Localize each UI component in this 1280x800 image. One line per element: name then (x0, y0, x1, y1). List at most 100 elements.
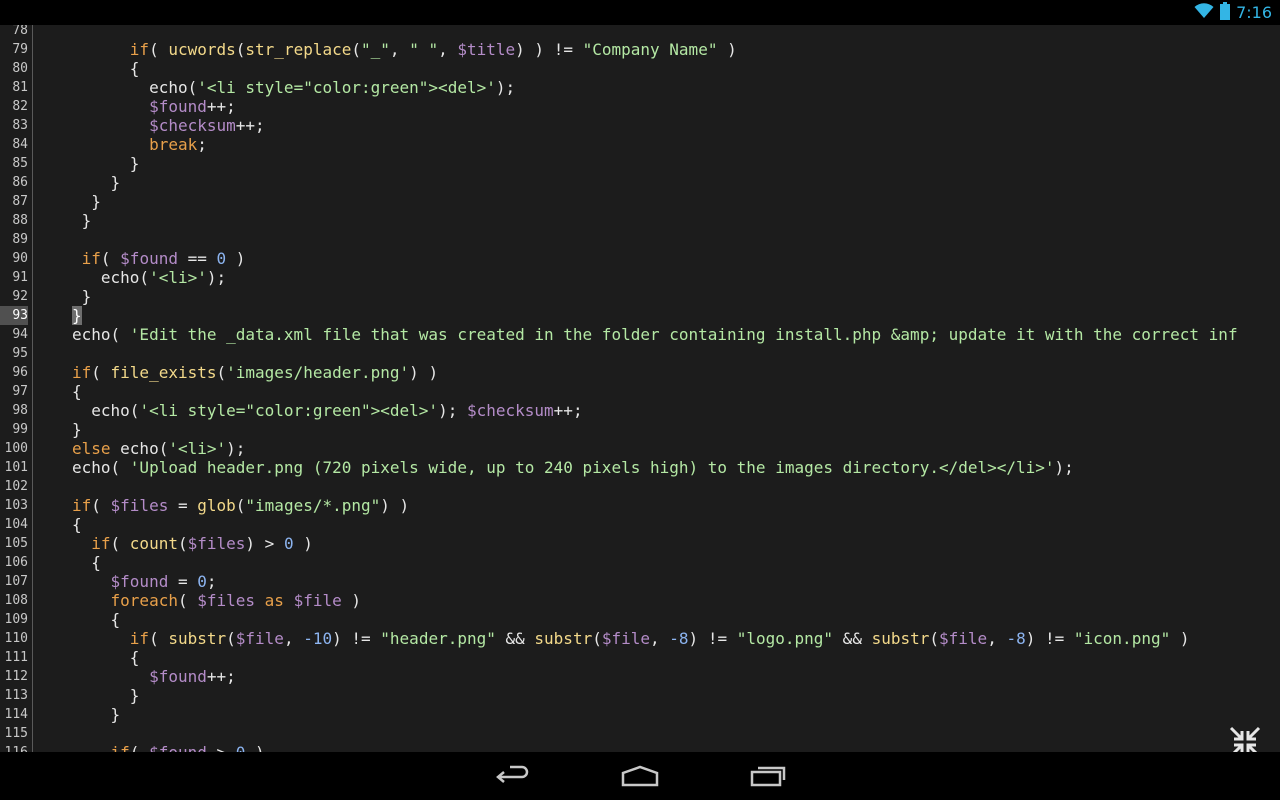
line-number: 78 (12, 25, 28, 38)
code-text: } (72, 287, 92, 306)
line-number: 86 (12, 175, 28, 190)
code-text: echo( 'Edit the _data.xml file that was … (72, 325, 1238, 344)
line-number: 116 (0, 743, 28, 752)
code-text: break; (149, 135, 207, 154)
code-line[interactable]: 106 { (0, 553, 1280, 572)
line-number: 80 (12, 61, 28, 76)
line-number: 101 (4, 460, 28, 475)
navigation-bar (0, 752, 1280, 800)
code-line[interactable]: 102 (0, 477, 1280, 496)
code-line[interactable]: 85 } (0, 154, 1280, 173)
code-line[interactable]: 89 (0, 230, 1280, 249)
code-text: } (72, 192, 101, 211)
code-text: else echo('<li>'); (72, 439, 246, 458)
code-line[interactable]: 103 if( $files = glob("images/*.png") ) (0, 496, 1280, 515)
line-number: 104 (4, 517, 28, 532)
code-line[interactable]: 108 foreach( $files as $file ) (0, 591, 1280, 610)
line-number: 109 (4, 612, 28, 627)
code-line[interactable]: 80 { (0, 59, 1280, 78)
code-line[interactable]: 99} (0, 420, 1280, 439)
code-line[interactable]: 107 $found = 0; (0, 572, 1280, 591)
code-line[interactable]: 94 echo( 'Edit the _data.xml file that wa… (0, 325, 1280, 344)
code-line[interactable]: 97 { (0, 382, 1280, 401)
code-text: { (72, 59, 140, 78)
code-line[interactable]: 114 } (0, 705, 1280, 724)
code-line[interactable]: 110 if( substr($file, -10) != "header.pn… (0, 629, 1280, 648)
code-line[interactable]: 78 (0, 25, 1280, 40)
status-icons: 7:16 (1194, 0, 1272, 25)
line-number: 90 (12, 251, 28, 266)
code-text: echo('<li style="color:green"><del>'); (72, 78, 516, 97)
line-number: 108 (4, 593, 28, 608)
code-line[interactable]: 98 echo('<li style="color:green"><del>')… (0, 401, 1280, 420)
code-line[interactable]: 84 break; (0, 135, 1280, 154)
code-editor[interactable]: 78 79 if( ucwords(str_replace("_", " ", $… (0, 25, 1280, 752)
collapse-fullscreen-button[interactable] (1228, 725, 1262, 752)
code-lines: 78 79 if( ucwords(str_replace("_", " ", $… (0, 25, 1280, 752)
code-text: if( count($files) > 0 ) (91, 534, 313, 553)
line-number: 110 (4, 631, 28, 646)
code-line[interactable]: 82 $found++; (0, 97, 1280, 116)
status-bar: 7:16 (0, 0, 1280, 25)
line-number: 114 (4, 707, 28, 722)
battery-icon (1220, 1, 1231, 24)
line-number: 97 (12, 384, 28, 399)
code-text: $found = 0; (110, 572, 217, 591)
line-number: 103 (4, 498, 28, 513)
collapse-icon (1229, 726, 1261, 752)
code-text: echo( 'Upload header.png (720 pixels wid… (72, 458, 1074, 477)
code-line[interactable]: 88 } (0, 211, 1280, 230)
line-number: 94 (12, 327, 28, 342)
code-line[interactable]: 79 if( ucwords(str_replace("_", " ", $ti… (0, 40, 1280, 59)
line-number: 115 (4, 726, 28, 741)
code-line[interactable]: 86 } (0, 173, 1280, 192)
code-line[interactable]: 96 if( file_exists('images/header.png') ) (0, 363, 1280, 382)
code-line[interactable]: 90 if( $found == 0 ) (0, 249, 1280, 268)
code-text: echo('<li>'); (72, 268, 227, 287)
line-number: 89 (12, 232, 28, 247)
line-number: 111 (4, 650, 28, 665)
line-number: 100 (4, 441, 28, 456)
code-text: { (72, 648, 140, 667)
code-text: } (72, 173, 121, 192)
line-number: 79 (12, 42, 28, 57)
code-line[interactable]: 105 if( count($files) > 0 ) (0, 534, 1280, 553)
code-line[interactable]: 92 } (0, 287, 1280, 306)
line-number: 106 (4, 555, 28, 570)
home-button[interactable] (610, 758, 670, 794)
code-line[interactable]: 112 $found++; (0, 667, 1280, 686)
code-line[interactable]: 104 { (0, 515, 1280, 534)
code-text: if( $found > 0 ) (72, 743, 265, 752)
code-line[interactable]: 87 } (0, 192, 1280, 211)
code-text: { (72, 553, 101, 572)
code-text: } (72, 686, 140, 705)
code-text: { (72, 610, 121, 629)
line-number: 82 (12, 99, 28, 114)
code-line[interactable]: 111 { (0, 648, 1280, 667)
line-number: 105 (4, 536, 28, 551)
code-line[interactable]: 83 $checksum++; (0, 116, 1280, 135)
code-text: } (72, 211, 92, 230)
code-line[interactable]: 91 echo('<li>'); (0, 268, 1280, 287)
code-text: if( $files = glob("images/*.png") ) (72, 496, 410, 515)
wifi-icon (1194, 2, 1214, 23)
code-line[interactable]: 100 else echo('<li>'); (0, 439, 1280, 458)
line-number: 87 (12, 194, 28, 209)
code-line[interactable]: 93} (0, 306, 1280, 325)
back-button[interactable] (482, 758, 542, 794)
code-line[interactable]: 113 } (0, 686, 1280, 705)
line-number: 81 (12, 80, 28, 95)
code-line[interactable]: 109 { (0, 610, 1280, 629)
recent-apps-icon (750, 766, 786, 787)
code-line[interactable]: 116 if( $found > 0 ) (0, 743, 1280, 752)
code-text: } (72, 154, 140, 173)
code-text: } (72, 306, 82, 325)
code-line[interactable]: 95 (0, 344, 1280, 363)
recent-apps-button[interactable] (738, 758, 798, 794)
code-text: echo('<li style="color:green"><del>'); $… (72, 401, 583, 420)
code-line[interactable]: 101 echo( 'Upload header.png (720 pixels … (0, 458, 1280, 477)
code-line[interactable]: 115 (0, 724, 1280, 743)
code-line[interactable]: 81 echo('<li style="color:green"><del>')… (0, 78, 1280, 97)
code-text: if( substr($file, -10) != "header.png" &… (129, 629, 1190, 648)
clock: 7:16 (1236, 3, 1272, 22)
